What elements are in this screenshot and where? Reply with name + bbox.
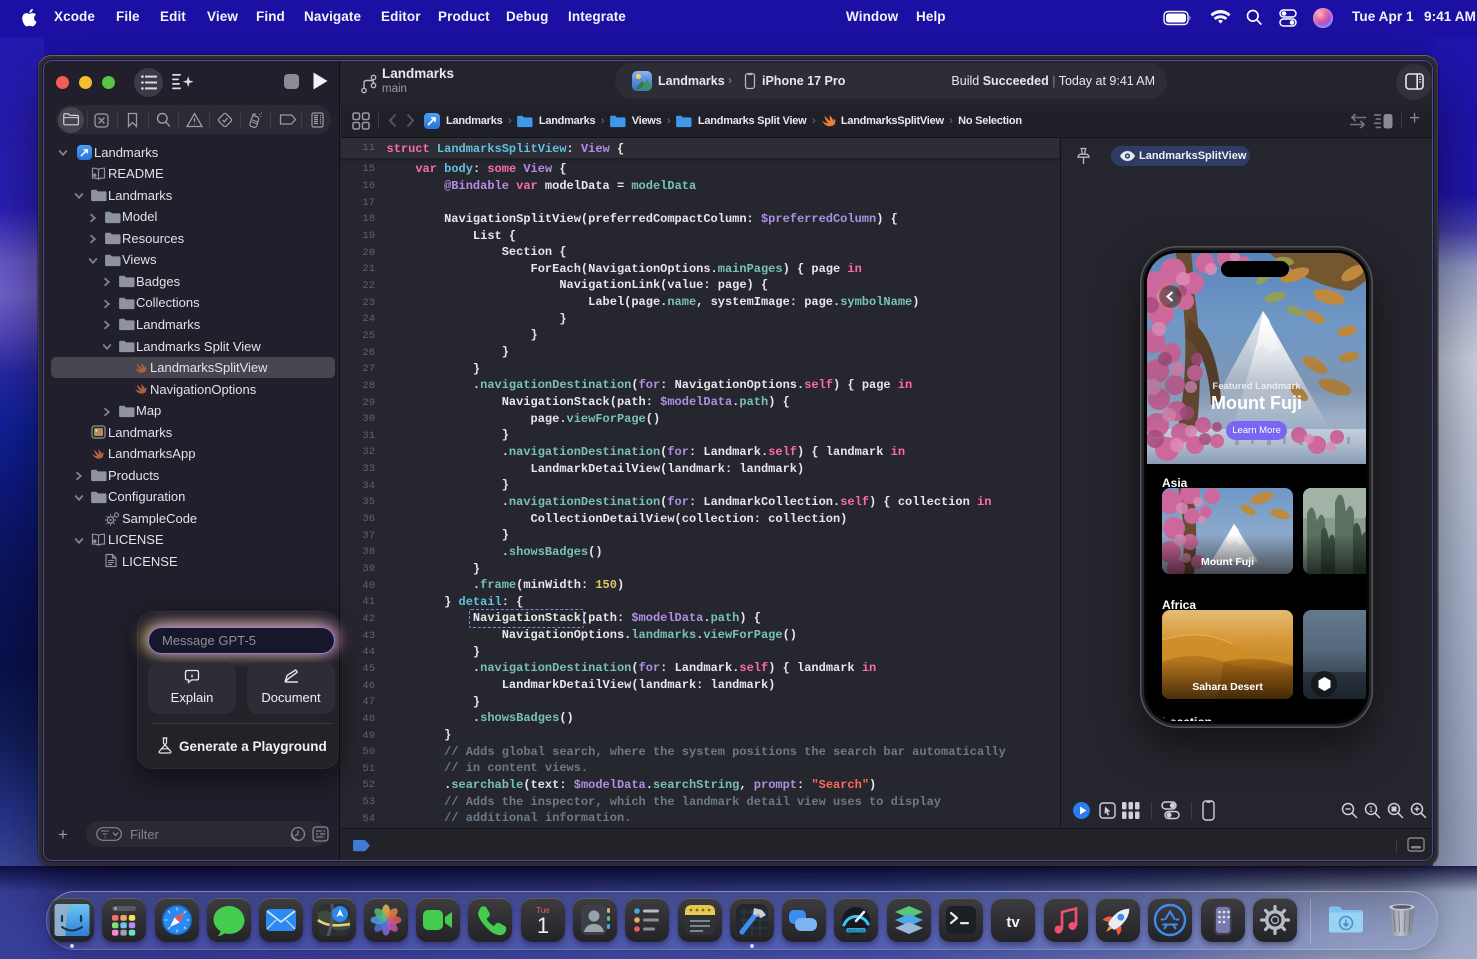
svg-text:1: 1	[537, 913, 549, 938]
svg-text:tv: tv	[1006, 914, 1020, 931]
svg-text:1: 1	[1369, 805, 1374, 814]
svg-text:SPEEDTEST: SPEEDTEST	[845, 929, 867, 933]
